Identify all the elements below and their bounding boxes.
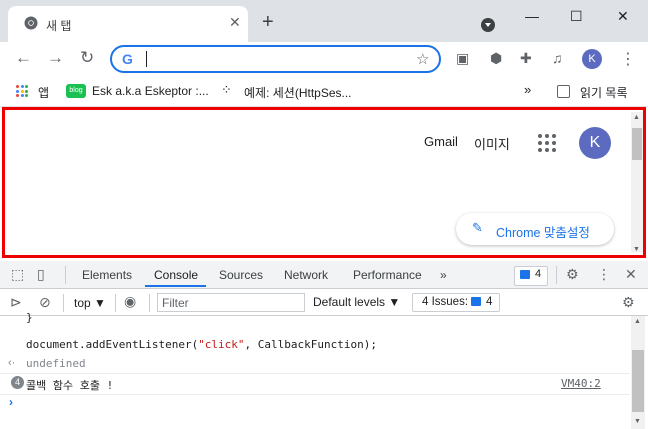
bookmark-apps[interactable]: 앱 [38, 84, 49, 101]
window-close-button[interactable]: ✕ [617, 8, 629, 25]
tab-title: 새 탭 [46, 19, 72, 33]
tab-close-icon[interactable]: ✕ [229, 14, 241, 31]
devtools-close-icon[interactable]: ✕ [625, 266, 637, 283]
active-tab-indicator [145, 285, 206, 287]
back-icon[interactable]: ← [15, 48, 32, 68]
tab-network[interactable]: Network [284, 268, 328, 282]
reading-list-button[interactable]: 읽기 목록 [580, 84, 628, 101]
console-prompt-icon[interactable]: › [9, 395, 13, 409]
return-arrow-icon: ‹· [8, 357, 16, 369]
log-message: 콜백 함수 호출 ! [26, 379, 114, 392]
tab-performance[interactable]: Performance [353, 268, 422, 282]
bookmark-esk[interactable]: Esk a.k.a Eskeptor :... [92, 84, 209, 98]
maximize-button[interactable]: ☐ [570, 8, 583, 25]
bookmark-favicon-icon: ⁘ [221, 82, 232, 97]
blog-icon: blog [66, 84, 86, 98]
bookmark-star-icon[interactable]: ☆ [416, 50, 429, 68]
pencil-icon: ✎ [472, 220, 483, 235]
google-apps-icon[interactable] [538, 134, 556, 152]
return-value: undefined [26, 357, 86, 370]
page-scrollbar-thumb[interactable] [632, 128, 642, 160]
console-settings-gear-icon[interactable]: ⚙ [622, 294, 635, 311]
issue-icon [471, 297, 481, 306]
devtools-menu-icon[interactable]: ⋮ [597, 266, 611, 283]
profile-avatar[interactable]: K [582, 49, 602, 69]
more-tabs-icon[interactable]: » [440, 268, 447, 282]
chrome-icon [24, 16, 38, 30]
divider [65, 266, 66, 284]
extension-icon[interactable]: ▣ [456, 50, 469, 67]
sidebar-toggle-icon[interactable]: ⊳ [10, 294, 22, 311]
log-levels-dropdown[interactable]: Default levels ▼ [313, 295, 400, 309]
forward-icon[interactable]: → [47, 48, 64, 68]
divider [149, 294, 150, 312]
live-expression-eye-icon[interactable]: ◉ [124, 293, 136, 310]
gmail-link[interactable]: Gmail [424, 134, 458, 149]
filter-placeholder: Filter [162, 296, 189, 310]
tab-elements[interactable]: Elements [82, 268, 132, 282]
divider [63, 294, 64, 312]
repeat-count-badge: 4 [11, 376, 24, 389]
minimize-button[interactable]: — [525, 8, 539, 24]
extension-hexagon-icon[interactable]: ⬢ [490, 50, 502, 67]
message-icon [520, 270, 530, 279]
console-scroll-down-icon[interactable]: ▼ [634, 418, 641, 425]
reload-icon[interactable]: ↻ [80, 48, 94, 68]
google-g-icon: G [122, 51, 133, 67]
bookmarks-overflow-icon[interactable]: » [524, 82, 531, 97]
inspect-element-icon[interactable]: ⬚ [11, 266, 24, 283]
text-cursor [146, 51, 147, 67]
device-toolbar-icon[interactable]: ▯ [37, 266, 45, 283]
console-scrollbar-thumb[interactable] [632, 350, 644, 412]
messages-count: 4 [535, 268, 542, 280]
code-line: document.addEventListener("click", Callb… [26, 338, 377, 351]
reading-list-icon [557, 85, 570, 98]
issues-label: 4 Issues: [422, 296, 469, 308]
clear-console-icon[interactable]: ⊘ [39, 294, 51, 311]
divider [115, 294, 116, 312]
log-source-link[interactable]: VM40:2 [561, 377, 601, 390]
scroll-up-icon[interactable]: ▲ [633, 114, 640, 121]
extensions-puzzle-icon[interactable]: ✚ [520, 50, 532, 67]
tab-search-icon[interactable] [481, 18, 495, 32]
customize-chrome-label: Chrome 맞춤설정 [496, 226, 590, 240]
tab-console[interactable]: Console [154, 268, 198, 282]
account-avatar[interactable]: K [579, 127, 611, 159]
images-link[interactable]: 이미지 [474, 134, 510, 153]
divider [556, 266, 557, 284]
settings-gear-icon[interactable]: ⚙ [566, 266, 579, 283]
address-bar[interactable] [110, 45, 441, 73]
tab-sources[interactable]: Sources [219, 268, 263, 282]
apps-grid-icon[interactable] [16, 85, 28, 97]
menu-icon[interactable]: ⋮ [620, 49, 636, 69]
context-selector[interactable]: top ▼ [74, 296, 106, 310]
issues-count: 4 [486, 296, 493, 308]
tab-new-tab[interactable] [8, 6, 248, 42]
console-scroll-up-icon[interactable]: ▲ [634, 318, 641, 325]
scroll-down-icon[interactable]: ▼ [633, 246, 640, 253]
new-tab-button[interactable]: + [262, 11, 274, 34]
media-control-icon[interactable]: ♫ [552, 50, 563, 66]
bookmark-session-example[interactable]: 예제: 세션(HttpSes... [244, 84, 352, 101]
code-brace: } [26, 311, 33, 324]
